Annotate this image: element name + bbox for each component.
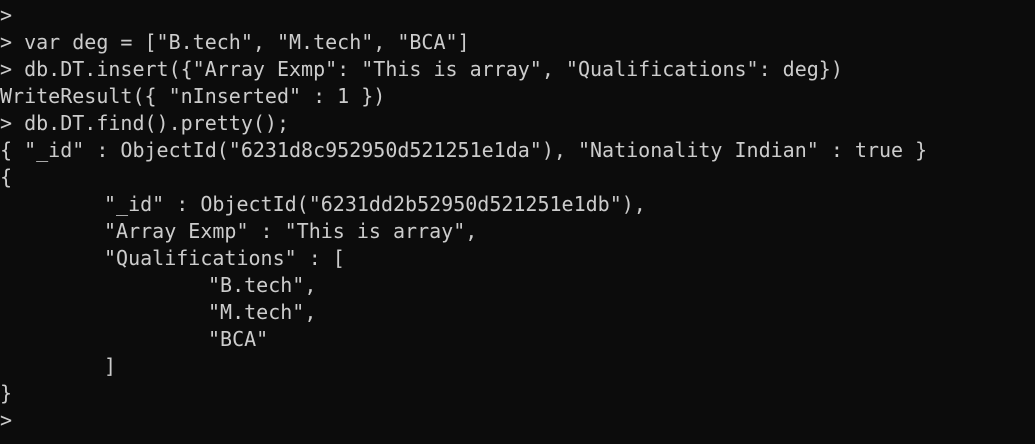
terminal-output-array-close: ] [104,354,117,378]
terminal-output-array-exmp-field: "Array Exmp" : "This is array", [104,219,478,243]
terminal-input-prompt[interactable]: > [0,407,1035,434]
terminal-output-array-item: "B.tech", [208,273,317,297]
terminal-command-find: > db.DT.find().pretty(); [0,111,289,135]
terminal-prompt-line: > [0,3,13,27]
terminal-output-id-field: "_id" : ObjectId("6231dd2b52950d521251e1… [104,192,646,216]
terminal-output-array-item: "BCA" [208,327,269,351]
terminal-command-insert: > db.DT.insert({"Array Exmp": "This is a… [0,57,843,81]
terminal-output-open-brace: { [0,165,13,189]
terminal-output-write-result: WriteResult({ "nInserted" : 1 }) [0,84,386,108]
terminal-output-array-item: "M.tech", [208,300,317,324]
terminal-output-document-1: { "_id" : ObjectId("6231d8c952950d521251… [0,138,928,162]
terminal-command-var-deg: > var deg = ["B.tech", "M.tech", "BCA"] [0,30,470,54]
terminal-window[interactable]: > > var deg = ["B.tech", "M.tech", "BCA"… [0,0,1035,444]
terminal-output-close-brace: } [0,381,13,405]
terminal-output-qualifications-field: "Qualifications" : [ [104,246,345,270]
